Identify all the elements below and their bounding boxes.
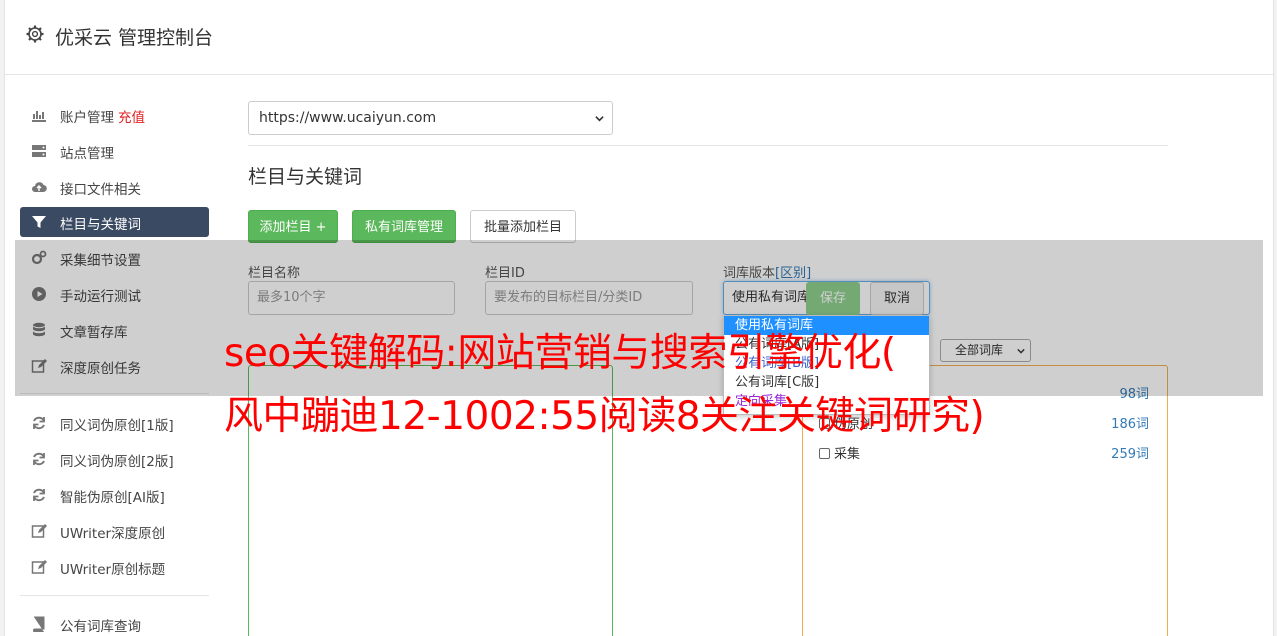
sidebar-item-ai-original[interactable]: 智能伪原创[AI版] [20, 480, 209, 510]
sidebar-item-label: 同义词伪原创[2版] [60, 454, 174, 470]
sidebar-item-sites[interactable]: 站点管理 [20, 136, 209, 166]
refresh-icon [33, 488, 45, 502]
section-title: 栏目与关键词 [248, 166, 363, 188]
server-icon [32, 145, 46, 157]
sidebar-item-uwriter-title[interactable]: UWriter原创标题 [20, 552, 209, 582]
refresh-icon [33, 416, 45, 430]
sidebar-item-public-lib[interactable]: 公有词库查询 [20, 609, 209, 636]
divider-line [248, 145, 1168, 146]
sidebar-item-columns[interactable]: 栏目与关键词 [20, 207, 209, 237]
gear-icon [26, 25, 44, 43]
edit-icon [31, 560, 47, 574]
top-header: 优采云 管理控制台 [5, 0, 1273, 75]
recharge-link[interactable]: 充值 [118, 110, 145, 126]
sidebar-divider [20, 595, 209, 596]
sidebar-item-uwriter-deep[interactable]: UWriter深度原创 [20, 516, 209, 546]
lib-row[interactable]: 采集 259词 [819, 443, 1149, 462]
checkbox[interactable] [819, 448, 830, 459]
watermark-line-2: 风中蹦迪12-1002:55阅读8关注关键词研究) [224, 394, 985, 439]
edit-icon [31, 524, 47, 538]
refresh-icon [33, 452, 45, 466]
filter-icon [32, 216, 46, 228]
lib-label: 采集 [834, 447, 861, 462]
sidebar-item-label: 智能伪原创[AI版] [60, 490, 165, 506]
watermark-line-1: seo关键解码:网站营销与搜索引擎优化( [224, 331, 896, 376]
add-column-button[interactable]: 添加栏目 + [248, 210, 338, 243]
sidebar-item-account[interactable]: 账户管理 充值 [20, 100, 209, 130]
sidebar-item-label: 公有词库查询 [60, 619, 141, 635]
sidebar-item-label: 站点管理 [60, 146, 114, 162]
site-select-value: https://www.ucaiyun.com [259, 110, 437, 126]
batch-add-button[interactable]: 批量添加栏目 [470, 210, 576, 243]
lib-count: 259词 [1111, 447, 1149, 462]
sidebar-item-label: 账户管理 [60, 110, 114, 126]
sidebar-item-synonym-v2[interactable]: 同义词伪原创[2版] [20, 444, 209, 474]
lib-count: 186词 [1111, 417, 1149, 432]
cloud-upload-icon [32, 182, 47, 193]
sidebar-item-label: 同义词伪原创[1版] [60, 418, 174, 434]
private-lib-button[interactable]: 私有词库管理 [352, 210, 456, 243]
sidebar-item-label: UWriter原创标题 [60, 562, 166, 578]
chevron-down-icon [595, 116, 604, 122]
sidebar-item-synonym-v1[interactable]: 同义词伪原创[1版] [20, 408, 209, 438]
sidebar-item-label: UWriter深度原创 [60, 526, 166, 542]
page-title: 优采云 管理控制台 [55, 27, 214, 49]
sidebar-item-label: 栏目与关键词 [60, 217, 141, 233]
sidebar-item-label: 接口文件相关 [60, 182, 141, 198]
sidebar-item-api[interactable]: 接口文件相关 [20, 172, 209, 202]
bar-chart-icon [32, 111, 46, 122]
book-icon [33, 616, 45, 632]
site-select[interactable]: https://www.ucaiyun.com [248, 101, 613, 135]
